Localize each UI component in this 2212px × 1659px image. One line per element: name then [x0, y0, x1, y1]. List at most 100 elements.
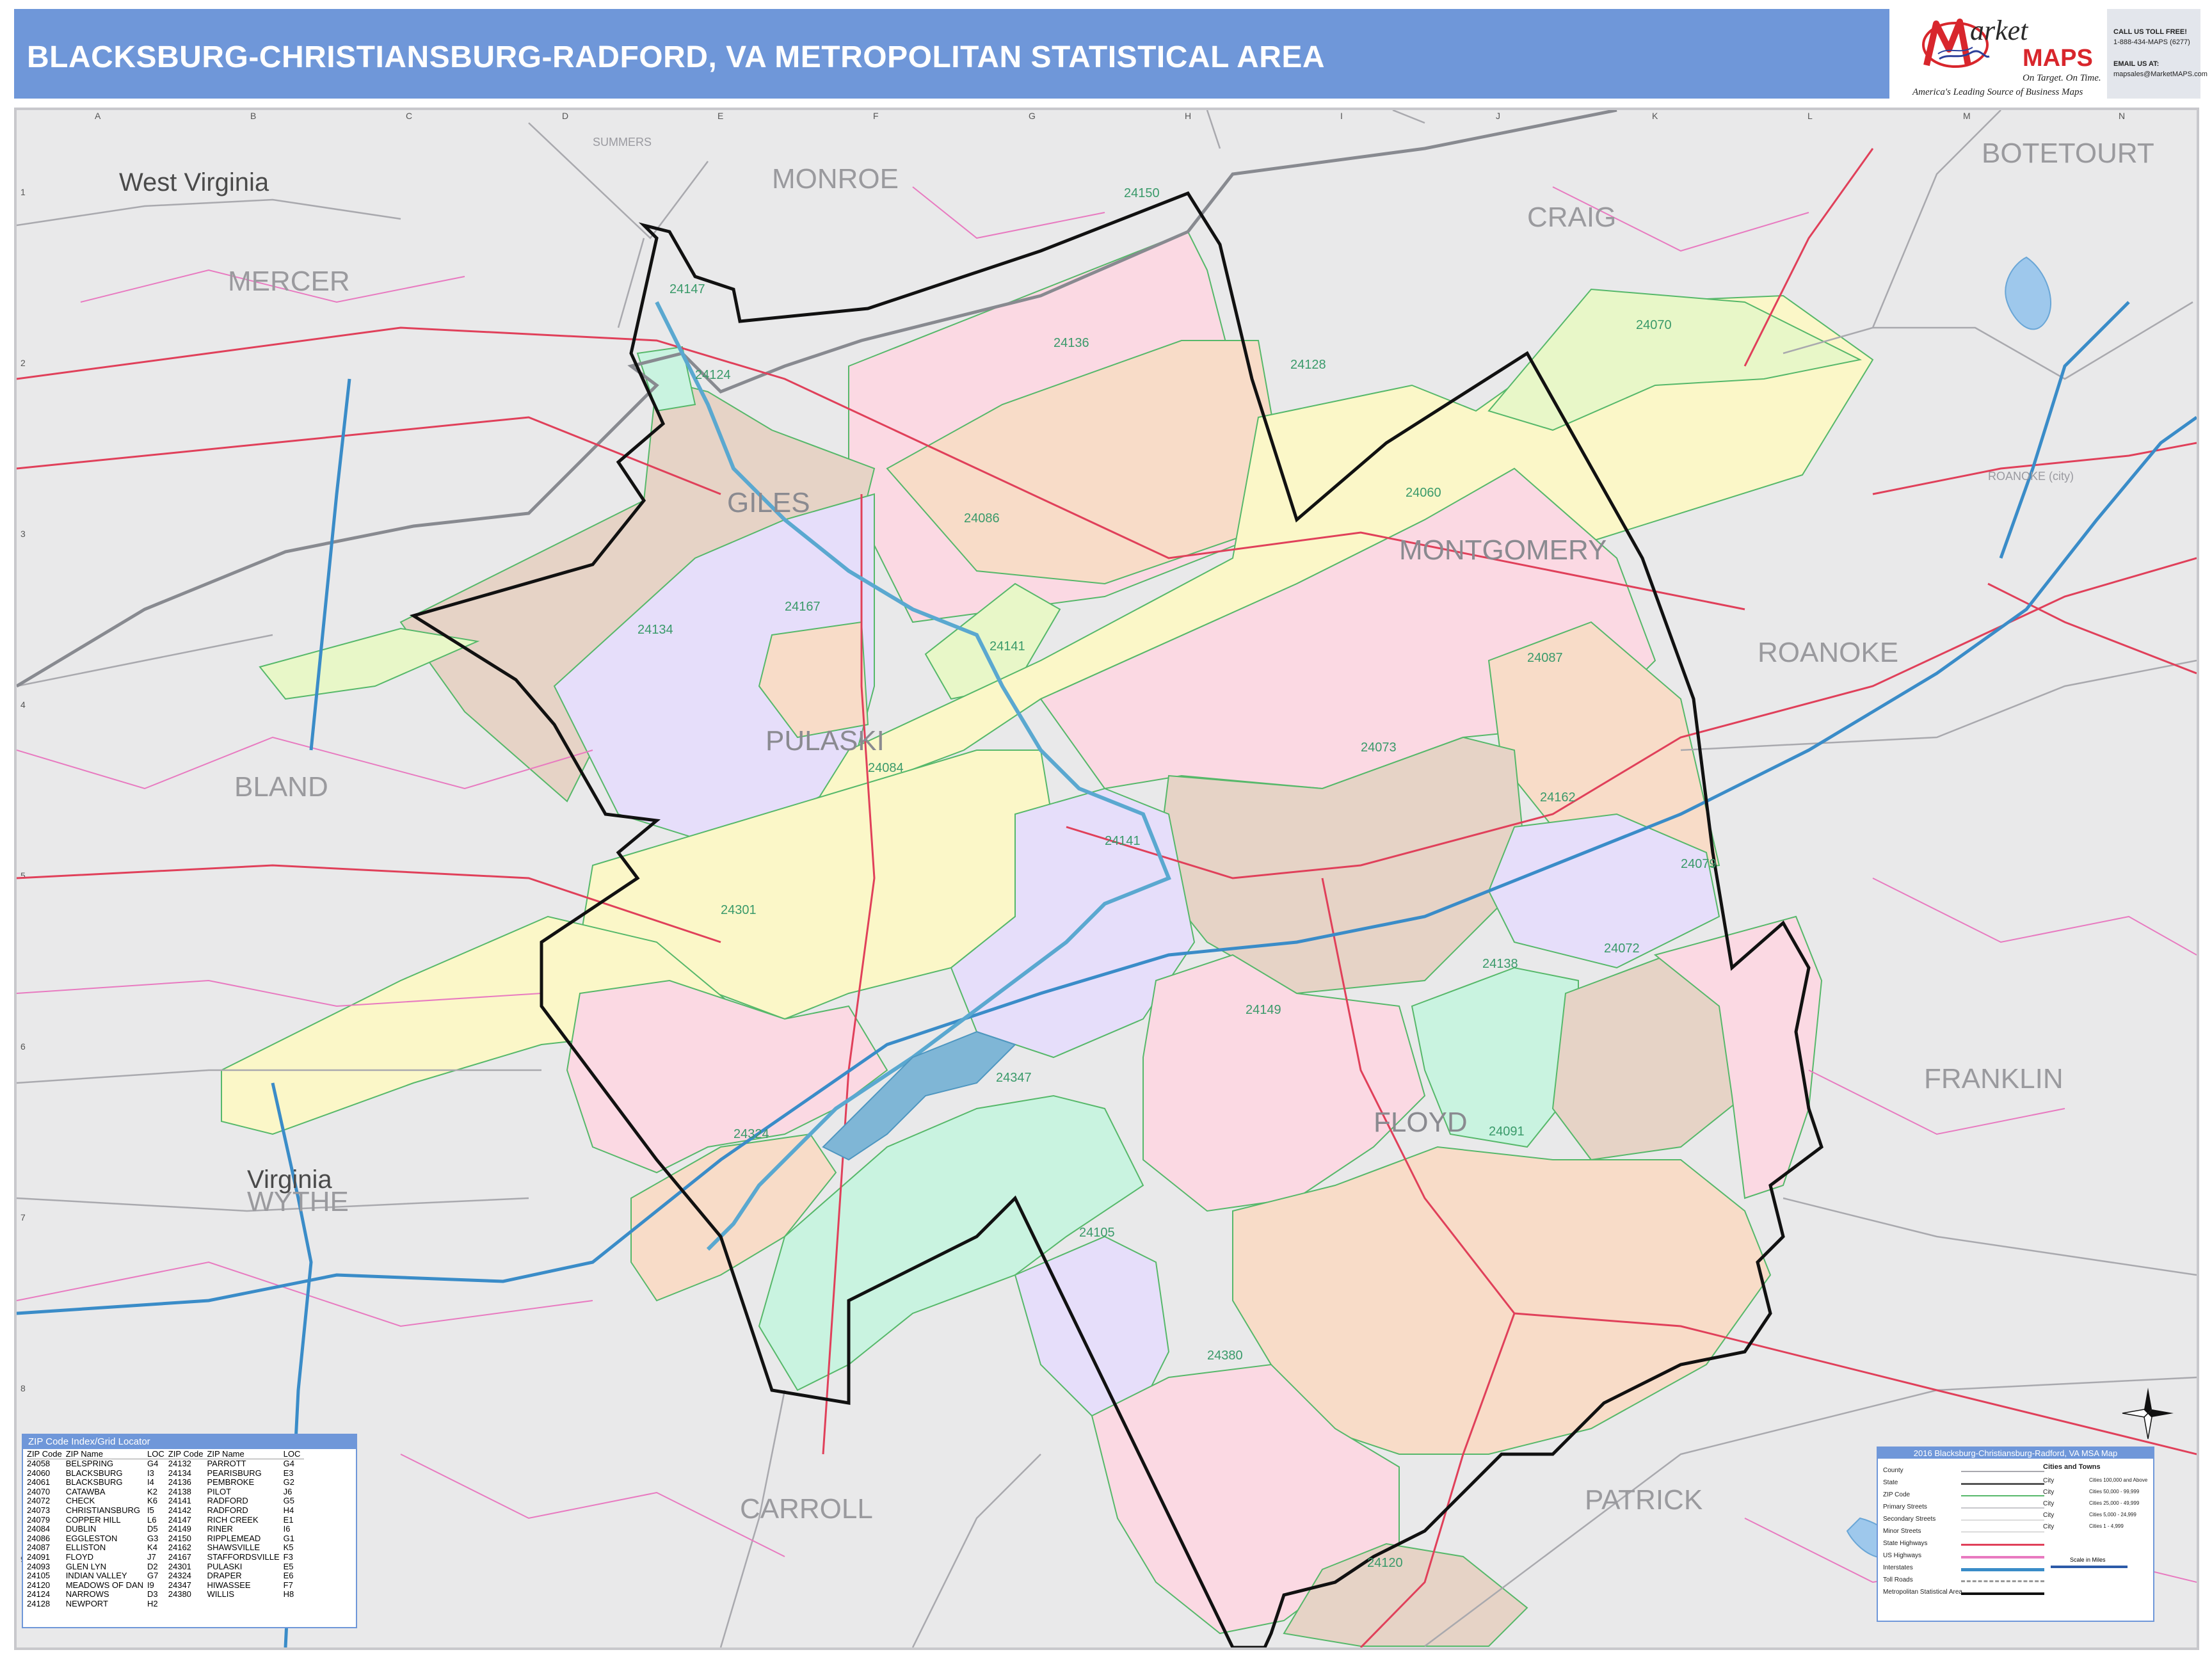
zip-index-row: 24070 CATAWBA K2 24138 PILOT J6: [27, 1487, 304, 1497]
map-canvas[interactable]: ABCDEFGHIJKLMN 123456789: [17, 110, 2197, 1647]
zip-index-row: 24128 NEWPORT H2: [27, 1599, 304, 1609]
legend-city-sample: City: [2043, 1512, 2055, 1519]
zip-index-cell: SHAWSVILLE: [207, 1543, 260, 1553]
zip-index-header: ZIP Code: [168, 1449, 207, 1459]
zip-index-cell: WILLIS: [207, 1589, 235, 1599]
zip-index-cell: D5: [147, 1524, 158, 1534]
grid-row-label: 6: [20, 1041, 26, 1052]
zip-areas: [221, 230, 1874, 1647]
zip-index-cell: 24134: [168, 1468, 191, 1478]
legend-scale-label: Scale in Miles: [2070, 1557, 2106, 1563]
zip-index-cell: J6: [283, 1486, 293, 1496]
legend-title: 2016 Blacksburg-Christiansburg-Radford, …: [1878, 1448, 2153, 1459]
grid-row-label: 5: [20, 870, 26, 881]
zip-index-cell: K5: [283, 1543, 294, 1553]
grid-row-labels: 123456789: [20, 187, 26, 1564]
legend-item-label: Toll Roads: [1883, 1576, 1913, 1583]
zip-index-cell: J7: [147, 1551, 156, 1562]
zip-index-cell: NARROWS: [65, 1589, 109, 1599]
zip-label: 24347: [996, 1071, 1032, 1085]
zip-index-cell: 24084: [27, 1524, 51, 1534]
zip-index-header: ZIP Code: [27, 1449, 66, 1459]
grid-column-label: J: [1496, 111, 1500, 121]
state-label-west-virginia: West Virginia: [119, 168, 269, 196]
zip-index-title: ZIP Code Index/Grid Locator: [23, 1435, 356, 1449]
map-area[interactable]: ABCDEFGHIJKLMN 123456789: [14, 108, 2199, 1650]
legend-item-label: US Highways: [1883, 1552, 1922, 1559]
county-label-giles: GILES: [727, 487, 810, 518]
zip-index-cell: 24147: [168, 1514, 191, 1525]
zip-label: 24301: [721, 903, 757, 917]
grid-column-label: D: [562, 111, 568, 121]
zip-index-cell: E3: [283, 1468, 294, 1478]
grid-row-label: 7: [20, 1212, 26, 1222]
zip-index-cell: 24072: [27, 1496, 51, 1506]
grid-column-label: H: [1185, 111, 1191, 121]
zip-index-cell: L6: [147, 1514, 157, 1525]
zip-index-cell: F7: [283, 1580, 293, 1590]
legend-cities-header: Cities and Towns: [2043, 1463, 2101, 1471]
zip-index-cell: K4: [147, 1543, 157, 1553]
grid-column-label: A: [95, 111, 101, 121]
legend-item-label: State: [1883, 1479, 1898, 1486]
zip-index-header-row: ZIP Code ZIP Name LOC ZIP Code ZIP Name …: [27, 1449, 305, 1459]
zip-index-row: 24120 MEADOWS OF DAN I9 24347 HIWASSEE F7: [27, 1580, 304, 1591]
zip-index-cell: 24091: [27, 1551, 51, 1562]
smith-mountain-lake-shape: [2005, 256, 2051, 330]
legend-item-label: ZIP Code: [1883, 1491, 1911, 1498]
grid-column-label: C: [406, 111, 412, 121]
grid-column-label: I: [1340, 111, 1343, 121]
zip-index-cell: H4: [283, 1505, 294, 1515]
zip-index-cell: PULASKI: [207, 1561, 243, 1571]
zip-label: 24324: [733, 1127, 769, 1141]
legend-city-sample: City: [2043, 1523, 2055, 1530]
map-title: BLACKSBURG-CHRISTIANSBURG-RADFORD, VA ME…: [27, 40, 1326, 74]
zip-index-cell: 24128: [27, 1598, 51, 1608]
zip-label: 24070: [1636, 318, 1672, 332]
legend-item-swatch: [1961, 1556, 2044, 1559]
legend-item-label: Secondary Streets: [1883, 1516, 1936, 1523]
contact-line-3: EMAIL US AT:: [2113, 60, 2160, 68]
county-label-monroe: MONROE: [772, 163, 899, 195]
zip-index-cell: FLOYD: [65, 1551, 94, 1562]
zip-index-cell: D2: [147, 1561, 158, 1571]
logo-tagline: On Target. On Time.: [2023, 73, 2101, 83]
county-label-mercer: MERCER: [228, 266, 350, 297]
zip-index-cell: G2: [283, 1477, 294, 1487]
zip-index-cell: E6: [283, 1571, 294, 1581]
zip-index-row: 24093 GLEN LYN D2 24301 PULASKI E5: [27, 1562, 304, 1572]
zip-index-cell: RADFORD: [207, 1505, 248, 1515]
zip-index-cell: 24058: [27, 1459, 51, 1468]
zip-index-row: 24105 INDIAN VALLEY G7 24324 DRAPER E6: [27, 1571, 304, 1581]
zip-index-cell: 24142: [168, 1505, 191, 1515]
county-label-patrick: PATRICK: [1585, 1484, 1703, 1516]
zip-index-cell: RINER: [207, 1524, 233, 1534]
zip-label: 24060: [1406, 486, 1441, 500]
zip-index-cell: F3: [283, 1551, 293, 1562]
legend-item-label: Minor Streets: [1883, 1528, 1921, 1535]
zip-index-cell: G1: [283, 1533, 294, 1543]
zip-index-row: 24072 CHECK K6 24141 RADFORD G5: [27, 1496, 304, 1506]
legend-item-label: State Highways: [1883, 1540, 1928, 1547]
zip-label: 24134: [637, 623, 673, 637]
zip-index-cell: 24120: [27, 1580, 51, 1590]
zip-index-table: ZIP Code ZIP Name LOC ZIP Code ZIP Name …: [27, 1449, 305, 1609]
zip-label: 24124: [695, 368, 731, 382]
contact-email: mapsales@MarketMAPS.com: [2113, 70, 2208, 78]
zip-label: 24084: [868, 761, 904, 775]
legend-city-range: Cities 50,000 - 99,999: [2089, 1489, 2140, 1495]
zip-index-cell: RADFORD: [207, 1496, 248, 1506]
zip-index-cell: BLACKSBURG: [65, 1468, 123, 1478]
grid-row-label: 3: [20, 529, 26, 539]
zip-index-cell: 24167: [168, 1551, 191, 1562]
grid-column-labels: A B C D E F G H I J K L M N: [95, 111, 2125, 121]
zip-index-cell: PEARISBURG: [207, 1468, 262, 1478]
county-label-bland: BLAND: [234, 771, 328, 803]
zip-index-cell: 24324: [168, 1571, 191, 1581]
zip-index-cell: 24132: [168, 1459, 191, 1468]
county-label-craig: CRAIG: [1527, 202, 1616, 233]
zip-index-cell: RICH CREEK: [207, 1514, 259, 1525]
market-maps-logo: arket MAPS On Target. On Time. America's…: [1895, 9, 2106, 99]
zip-label: 24141: [1105, 834, 1141, 848]
zip-label: 24162: [1540, 790, 1576, 805]
